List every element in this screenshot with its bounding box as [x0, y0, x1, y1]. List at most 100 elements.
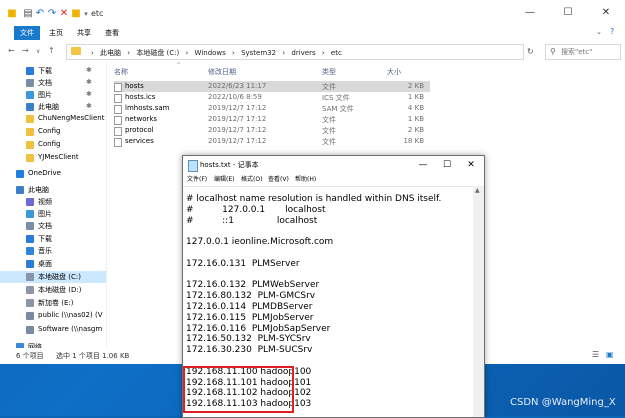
- text-line: # ::1 localhost: [186, 215, 318, 226]
- breadcrumb: › 此电脑 › 本地磁盘 (C:) › Windows › System32 ›…: [91, 48, 346, 58]
- tab-share[interactable]: 共享: [72, 26, 96, 40]
- text-line: # 127.0.0.1 localhost: [186, 204, 326, 215]
- sidebar-item-label: 图片: [38, 210, 52, 218]
- file-row[interactable]: networks 2019/12/7 17:12 文件 1 KB: [114, 114, 430, 125]
- file-date: 2019/12/7 17:12: [208, 104, 267, 112]
- sidebar-item[interactable]: 此电脑: [0, 184, 106, 196]
- sidebar-item[interactable]: ChuNengMesClient: [0, 113, 106, 125]
- forward-button[interactable]: →: [22, 46, 29, 55]
- column-type[interactable]: 类型: [322, 67, 336, 77]
- breadcrumb-item[interactable]: 本地磁盘 (C:): [136, 49, 179, 57]
- column-date[interactable]: 修改日期: [208, 67, 236, 77]
- sidebar-item[interactable]: 文档 ✱: [0, 77, 106, 89]
- column-name[interactable]: 名称: [114, 67, 128, 77]
- sidebar-item[interactable]: OneDrive: [0, 168, 106, 180]
- tab-home[interactable]: 主页: [44, 26, 68, 40]
- network-drive-icon: [26, 326, 34, 334]
- computer-icon: [16, 186, 24, 194]
- breadcrumb-item[interactable]: drivers: [291, 49, 315, 57]
- column-size[interactable]: 大小: [387, 67, 401, 77]
- column-headers: ^ 名称 修改日期 类型 大小: [106, 62, 625, 78]
- redo-icon[interactable]: ↷: [46, 8, 58, 20]
- sidebar-item[interactable]: 本地磁盘 (C:): [0, 271, 106, 283]
- sidebar-item-label: Software (\\nasgm: [38, 325, 103, 333]
- sidebar-item[interactable]: Software (\\nasgm: [0, 324, 106, 336]
- breadcrumb-separator: ›: [232, 49, 235, 57]
- notepad-scrollbar[interactable]: ▲: [473, 186, 484, 417]
- sidebar-item[interactable]: 网络: [0, 341, 106, 348]
- file-name: hosts.ics: [125, 93, 156, 101]
- expand-ribbon-icon[interactable]: ⌄: [596, 28, 602, 36]
- address-bar[interactable]: › 此电脑 › 本地磁盘 (C:) › Windows › System32 ›…: [66, 44, 524, 60]
- scroll-up-icon[interactable]: ▲: [475, 187, 480, 194]
- breadcrumb-item[interactable]: etc: [331, 49, 342, 57]
- notepad-minimize-button[interactable]: —: [411, 156, 435, 174]
- explorer-titlebar[interactable]: ■ ▤ ↶ ↷ ✕ ■ ▾ etc — ☐ ✕: [0, 0, 625, 26]
- breadcrumb-item[interactable]: Windows: [195, 49, 226, 57]
- sidebar-item-label: 图片: [38, 91, 52, 99]
- breadcrumb-item[interactable]: 此电脑: [100, 49, 121, 57]
- sidebar-item[interactable]: Config: [0, 139, 106, 151]
- sidebar-item-label: 下载: [38, 67, 52, 75]
- refresh-icon[interactable]: ↻: [527, 47, 534, 56]
- menu-edit[interactable]: 编辑(E): [214, 174, 234, 183]
- sidebar-item[interactable]: 本地磁盘 (D:): [0, 284, 106, 296]
- file-icon: [114, 138, 122, 147]
- file-row[interactable]: protocol 2019/12/7 17:12 文件 2 KB: [114, 125, 430, 136]
- file-row[interactable]: hosts 2022/6/23 11:17 文件 2 KB: [114, 81, 430, 92]
- download-icon: [26, 235, 34, 243]
- watermark: CSDN @WangMing_X: [510, 397, 616, 408]
- download-icon: [26, 67, 34, 75]
- sidebar-item[interactable]: 视频: [0, 196, 106, 208]
- menu-format[interactable]: 格式(O): [241, 174, 262, 183]
- up-button[interactable]: ↑: [48, 46, 55, 55]
- cloud-icon: [16, 170, 24, 178]
- notepad-maximize-button[interactable]: ☐: [435, 156, 459, 174]
- search-input[interactable]: ⚲ 搜索"etc": [545, 44, 621, 60]
- menu-help[interactable]: 帮助(H): [295, 174, 316, 183]
- close-button[interactable]: ✕: [587, 0, 625, 26]
- sidebar-item[interactable]: 下载 ✱: [0, 65, 106, 77]
- breadcrumb-item[interactable]: System32: [241, 49, 276, 57]
- notepad-titlebar[interactable]: hosts.txt - 记事本 — ☐ ✕: [183, 156, 484, 174]
- back-button[interactable]: ←: [8, 46, 15, 55]
- breadcrumb-separator: ›: [282, 49, 286, 57]
- recent-locations-icon[interactable]: ∨: [36, 48, 40, 55]
- undo-icon[interactable]: ↶: [34, 8, 46, 20]
- file-name: services: [125, 137, 154, 145]
- delete-icon[interactable]: ✕: [58, 8, 70, 20]
- tab-file[interactable]: 文件: [14, 26, 40, 40]
- window-title: etc: [91, 9, 104, 18]
- text-line: 172.16.0.116 PLMJobSapServer: [186, 323, 331, 334]
- help-icon[interactable]: ?: [610, 27, 614, 36]
- file-row[interactable]: services 2019/12/7 17:12 文件 18 KB: [114, 136, 430, 147]
- properties-icon[interactable]: ▤: [22, 8, 34, 20]
- sidebar-item[interactable]: YJMesClient: [0, 152, 106, 164]
- sidebar-item[interactable]: 文档: [0, 220, 106, 232]
- sidebar-item[interactable]: Config: [0, 126, 106, 138]
- menu-view[interactable]: 查看(V): [268, 174, 289, 183]
- file-size: 1 KB: [407, 115, 424, 123]
- sidebar-item[interactable]: 此电脑 ✱: [0, 101, 106, 113]
- menu-file[interactable]: 文件(F): [187, 174, 207, 183]
- file-size: 2 KB: [407, 126, 424, 134]
- sidebar-item[interactable]: 下载: [0, 233, 106, 245]
- file-name: protocol: [125, 126, 154, 134]
- sidebar-item[interactable]: public (\\nas02) (V: [0, 310, 106, 322]
- tab-view[interactable]: 查看: [100, 26, 124, 40]
- sidebar-item[interactable]: 音乐: [0, 245, 106, 257]
- sidebar-item[interactable]: 图片 ✱: [0, 89, 106, 101]
- file-date: 2022/10/6 8:59: [208, 93, 262, 101]
- minimize-button[interactable]: —: [511, 0, 549, 26]
- sidebar-item[interactable]: 图片: [0, 208, 106, 220]
- large-icons-view-icon[interactable]: ▣: [606, 350, 614, 359]
- text-line: 172.16.0.131 PLMServer: [186, 258, 300, 269]
- sidebar-item[interactable]: 桌面: [0, 258, 106, 270]
- maximize-button[interactable]: ☐: [549, 0, 587, 26]
- sidebar-item[interactable]: 新加卷 (E:): [0, 297, 106, 309]
- file-row[interactable]: hosts.ics 2022/10/6 8:59 ICS 文件 1 KB: [114, 92, 430, 103]
- file-row[interactable]: lmhosts.sam 2019/12/7 17:12 SAM 文件 4 KB: [114, 103, 430, 114]
- details-view-icon[interactable]: ☰: [592, 350, 599, 359]
- sidebar-item-label: YJMesClient: [38, 153, 79, 161]
- notepad-close-button[interactable]: ✕: [459, 156, 483, 174]
